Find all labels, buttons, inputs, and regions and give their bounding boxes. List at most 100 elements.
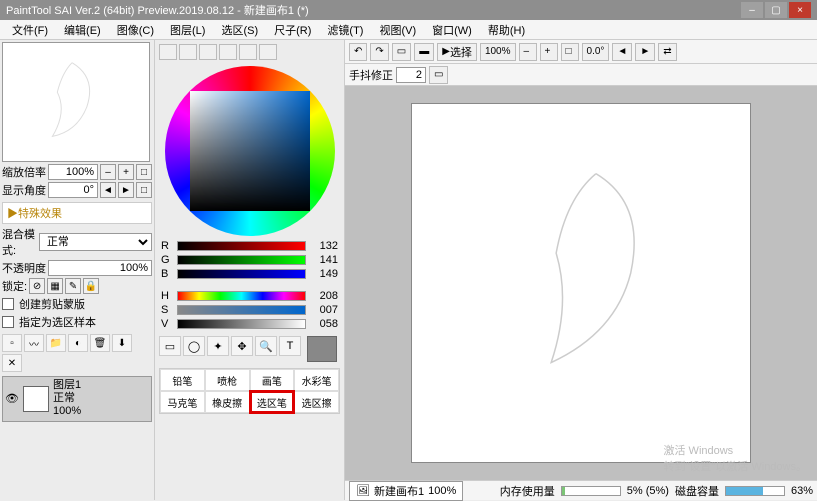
zoom-minus-button[interactable]: – [100, 164, 116, 180]
s-slider[interactable] [177, 305, 306, 315]
deselect-button[interactable]: ▭ [392, 43, 411, 61]
zoom-display[interactable]: 100% [480, 43, 516, 61]
opacity-label: 不透明度 [2, 260, 46, 276]
mask-icon[interactable]: ◐ [68, 334, 88, 352]
blend-label: 混合模式: [2, 226, 37, 258]
layer-mode: 正常 [53, 392, 81, 405]
brush-brush[interactable]: 画笔 [250, 369, 295, 391]
minimize-button[interactable]: – [741, 2, 763, 18]
rotate-cw-button[interactable]: ► [635, 43, 655, 61]
visibility-icon[interactable]: 👁 [5, 392, 19, 405]
undo-button[interactable]: ↶ [349, 43, 367, 61]
stabilizer-toolbar: 手抖修正 2 ▭ [345, 64, 817, 86]
menu-layer[interactable]: 图层(L) [162, 20, 213, 40]
menu-select[interactable]: 选区(S) [213, 20, 266, 40]
menu-file[interactable]: 文件(F) [4, 20, 56, 40]
zoom-reset-button[interactable]: □ [136, 164, 152, 180]
flip-button[interactable]: ⇄ [658, 43, 676, 61]
select-button[interactable]: ▶选择 [437, 43, 477, 61]
menu-ruler[interactable]: 尺子(R) [266, 20, 319, 40]
brush-selpen[interactable]: 选区笔 [250, 391, 295, 413]
menu-image[interactable]: 图像(C) [109, 20, 162, 40]
effects-header[interactable]: ▶特殊效果 [2, 202, 152, 224]
new-linework-icon[interactable]: 〰 [24, 334, 44, 352]
color-mode-toolbar [157, 42, 342, 62]
palette-icon[interactable] [259, 44, 277, 60]
menu-edit[interactable]: 编辑(E) [56, 20, 109, 40]
opacity-field[interactable]: 100% [48, 260, 152, 276]
lock-alpha-button[interactable]: ✎ [65, 278, 81, 294]
stabilizer-toggle[interactable]: ▭ [429, 66, 448, 84]
zoom-field[interactable]: 100% [48, 164, 98, 180]
color-panel: R132 G141 B149 H208 S007 V058 ▭ ◯ ✦ ✥ 🔍 … [155, 40, 345, 500]
zoom-tool[interactable]: 🔍 [255, 336, 277, 356]
rotate-ccw-button[interactable]: ◄ [612, 43, 632, 61]
maximize-button[interactable]: ▢ [765, 2, 787, 18]
zoom-in-button[interactable]: + [540, 43, 558, 61]
lock-pixels-button[interactable]: ▦ [47, 278, 63, 294]
lock-none-button[interactable]: ⊘ [29, 278, 45, 294]
clear-icon[interactable]: 🗑 [90, 334, 110, 352]
rotate-reset-button[interactable]: □ [136, 182, 152, 198]
scratchpad-icon[interactable] [239, 44, 257, 60]
doc-icon: 🖼 [356, 484, 370, 497]
r-slider[interactable] [177, 241, 306, 251]
color-wheel[interactable] [165, 66, 335, 236]
r-label: R [161, 240, 173, 252]
app-title: PaintTool SAI Ver.2 (64bit) Preview.2019… [6, 2, 741, 18]
canvas-viewport[interactable]: 激活 Windows 转到"设置"以激活 Windows。 [345, 86, 817, 480]
zoom-plus-button[interactable]: + [118, 164, 134, 180]
rect-select-tool[interactable]: ▭ [159, 336, 181, 356]
navigator-preview[interactable] [2, 42, 150, 162]
rotation-display[interactable]: 0.0° [582, 43, 610, 61]
hsv-mode-icon[interactable] [199, 44, 217, 60]
blend-mode-select[interactable]: 正常 [39, 233, 152, 251]
brush-pencil[interactable]: 铅笔 [160, 369, 205, 391]
brush-seleraser[interactable]: 选区擦 [294, 391, 339, 413]
invert-button[interactable]: ▬ [414, 43, 434, 61]
mem-value: 5% (5%) [627, 485, 669, 497]
stabilizer-label: 手抖修正 [349, 67, 393, 83]
document-tab[interactable]: 🖼 新建画布1 100% [349, 481, 463, 501]
rotate-left-button[interactable]: ◄ [100, 182, 116, 198]
menu-help[interactable]: 帮助(H) [480, 20, 533, 40]
clipping-label: 创建剪贴蒙版 [19, 296, 85, 312]
b-slider[interactable] [177, 269, 306, 279]
delete-layer-icon[interactable]: ✕ [2, 354, 22, 372]
brush-marker[interactable]: 马克笔 [160, 391, 205, 413]
move-tool[interactable]: ✥ [231, 336, 253, 356]
rotate-right-button[interactable]: ► [118, 182, 134, 198]
wand-tool[interactable]: ✦ [207, 336, 229, 356]
close-button[interactable]: × [789, 2, 811, 18]
v-slider[interactable] [177, 319, 306, 329]
h-slider[interactable] [177, 291, 306, 301]
brush-airbrush[interactable]: 喷枪 [205, 369, 250, 391]
layer-opacity: 100% [53, 405, 81, 418]
menu-view[interactable]: 视图(V) [371, 20, 424, 40]
lasso-tool[interactable]: ◯ [183, 336, 205, 356]
new-layer-icon[interactable]: ▫ [2, 334, 22, 352]
brush-eraser[interactable]: 橡皮擦 [205, 391, 250, 413]
merge-icon[interactable]: ⬇ [112, 334, 132, 352]
zoom-fit-button[interactable]: □ [561, 43, 579, 61]
new-folder-icon[interactable]: 📁 [46, 334, 66, 352]
g-label: G [161, 254, 173, 266]
g-slider[interactable] [177, 255, 306, 265]
foreground-color[interactable] [307, 336, 337, 362]
clipping-checkbox[interactable] [2, 298, 14, 310]
stabilizer-field[interactable]: 2 [396, 67, 426, 83]
wheel-mode-icon[interactable] [159, 44, 177, 60]
brush-watercolor[interactable]: 水彩笔 [294, 369, 339, 391]
lock-all-button[interactable]: 🔒 [83, 278, 99, 294]
text-tool[interactable]: T [279, 336, 301, 356]
layer-item[interactable]: 👁 图层1 正常 100% [2, 376, 152, 422]
canvas[interactable] [411, 103, 751, 463]
angle-field[interactable]: 0° [48, 182, 98, 198]
sample-checkbox[interactable] [2, 316, 14, 328]
zoom-out-button[interactable]: – [519, 43, 537, 61]
redo-button[interactable]: ↷ [370, 43, 388, 61]
swatch-mode-icon[interactable] [219, 44, 237, 60]
menu-window[interactable]: 窗口(W) [424, 20, 480, 40]
menu-filter[interactable]: 滤镜(T) [319, 20, 371, 40]
rgb-mode-icon[interactable] [179, 44, 197, 60]
